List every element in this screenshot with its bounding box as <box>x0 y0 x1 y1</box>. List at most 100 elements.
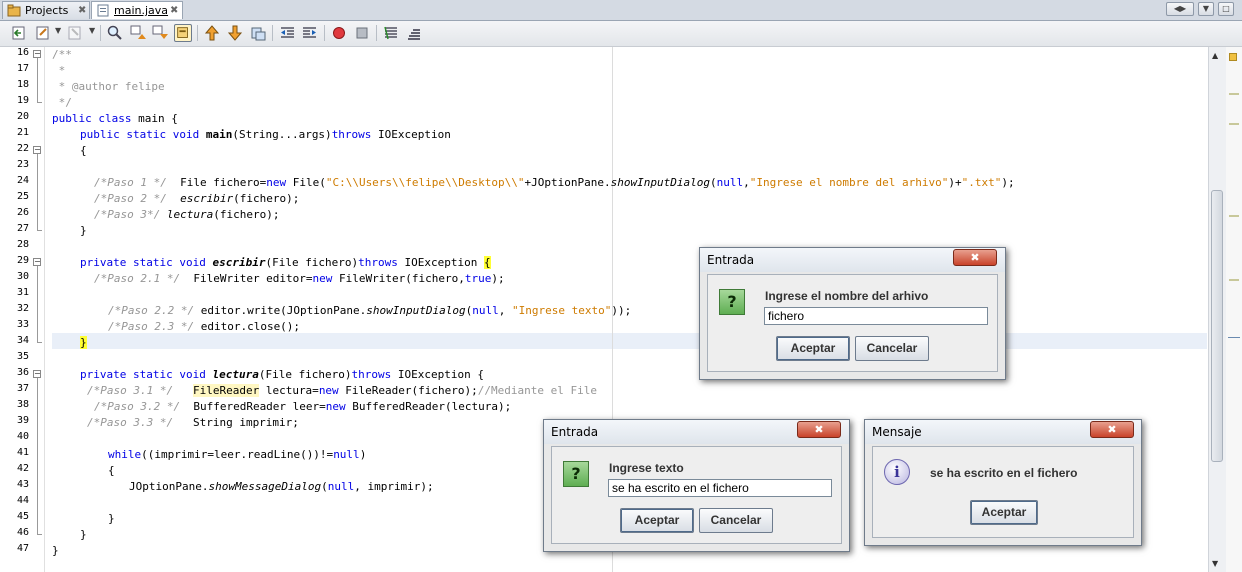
toggle-highlight-search-icon[interactable] <box>174 24 192 42</box>
ok-button[interactable]: Aceptar <box>620 508 694 533</box>
keyword: null <box>327 480 355 493</box>
code-text: FileWriter editor= <box>180 272 313 285</box>
back-dropdown-icon[interactable]: ▼ <box>55 26 61 35</box>
code-text: , <box>743 176 750 189</box>
stripe-mark[interactable] <box>1229 215 1239 217</box>
fold-guide <box>37 342 42 343</box>
code-line: { <box>80 143 87 159</box>
caret-position-mark <box>1228 337 1240 338</box>
forward-dropdown-icon[interactable]: ▼ <box>89 26 95 35</box>
next-bookmark-icon[interactable] <box>226 24 244 42</box>
keyword: private static void <box>80 256 206 269</box>
comment-icon[interactable] <box>382 24 400 42</box>
line-number: 29 <box>16 255 29 266</box>
error-stripe[interactable] <box>1226 47 1242 572</box>
back-icon[interactable] <box>34 24 52 42</box>
close-tab-icon[interactable]: ✖ <box>78 2 86 20</box>
scroll-down-icon[interactable]: ▼ <box>1212 559 1218 568</box>
close-icon[interactable]: ✖ <box>1090 421 1134 438</box>
code-fold-toggle[interactable]: − <box>33 50 41 58</box>
matching-brace: } <box>80 336 87 349</box>
code-fold-toggle[interactable]: − <box>33 258 41 266</box>
comment: //Mediante el File <box>477 384 597 397</box>
line-number: 35 <box>16 351 29 362</box>
find-previous-icon[interactable] <box>129 24 147 42</box>
code-text: { <box>108 464 115 477</box>
scrollbar-thumb[interactable] <box>1211 190 1223 462</box>
comment: /** <box>52 48 72 61</box>
ok-button[interactable]: Aceptar <box>776 336 850 361</box>
keyword: new <box>318 384 339 397</box>
shift-line-right-icon[interactable] <box>301 24 319 42</box>
keyword: null <box>472 304 499 317</box>
cancel-button[interactable]: Cancelar <box>699 508 773 533</box>
code-line: /*Paso 3.2 */ BufferedReader leer=new Bu… <box>94 399 511 415</box>
comment: * @author felipe <box>52 80 165 93</box>
code-text: } <box>52 544 59 557</box>
code-fold-toggle[interactable]: − <box>33 370 41 378</box>
question-icon: ? <box>719 289 745 315</box>
code-text: { <box>80 144 87 157</box>
close-tab-icon[interactable]: ✖ <box>170 2 178 20</box>
dialog-body: i se ha escrito en el fichero Aceptar <box>872 446 1134 538</box>
toolbar-separator <box>324 25 325 41</box>
stripe-mark[interactable] <box>1229 279 1239 281</box>
text-input[interactable]: se ha escrito en el fichero <box>608 479 832 497</box>
stripe-mark[interactable] <box>1229 93 1239 95</box>
code-text: editor.close(); <box>194 320 301 333</box>
keyword: null <box>333 448 360 461</box>
ok-button[interactable]: Aceptar <box>970 500 1038 525</box>
information-icon: i <box>884 459 910 485</box>
code-text: (File fichero) <box>265 256 359 269</box>
previous-bookmark-icon[interactable] <box>203 24 221 42</box>
code-fold-toggle[interactable]: − <box>33 146 41 154</box>
code-text: FileWriter(fichero, <box>332 272 465 285</box>
cancel-button[interactable]: Cancelar <box>855 336 929 361</box>
toggle-bookmark-icon[interactable] <box>249 24 267 42</box>
line-number: 40 <box>16 431 29 442</box>
line-number: 37 <box>16 383 29 394</box>
tab-projects[interactable]: Projects ✖ <box>2 1 90 19</box>
comment: /*Paso 3.2 */ <box>94 400 181 413</box>
last-edit-icon[interactable] <box>10 24 28 42</box>
line-number: 44 <box>16 495 29 506</box>
projects-icon <box>7 4 21 17</box>
code-line: /*Paso 3*/ lectura(fichero); <box>94 207 279 223</box>
code-line: /*Paso 2.1 */ FileWriter editor=new File… <box>94 271 505 287</box>
scroll-up-icon[interactable]: ▲ <box>1212 51 1218 60</box>
find-next-icon[interactable] <box>151 24 169 42</box>
file-name-input[interactable]: fichero <box>764 307 988 325</box>
code-text: )); <box>611 304 632 317</box>
line-number: 43 <box>16 479 29 490</box>
uncomment-icon[interactable] <box>405 24 423 42</box>
find-icon[interactable] <box>106 24 124 42</box>
toolbar-separator <box>272 25 273 41</box>
vertical-scrollbar[interactable]: ▲ ▼ <box>1208 47 1226 572</box>
line-number: 28 <box>16 239 29 250</box>
record-macro-icon[interactable] <box>330 24 348 42</box>
stop-macro-icon[interactable] <box>353 24 371 42</box>
dialog-body: ? Ingrese texto se ha escrito en el fich… <box>551 446 842 544</box>
fold-guide <box>37 266 38 342</box>
show-opened-documents-icon[interactable]: ▼ <box>1198 2 1214 16</box>
line-number: 22 <box>16 143 29 154</box>
close-icon[interactable]: ✖ <box>953 249 997 266</box>
matching-brace: { <box>484 256 491 269</box>
code-text: } <box>80 224 87 237</box>
stripe-mark[interactable] <box>1229 123 1239 125</box>
code-text: editor.write(JOptionPane. <box>194 304 367 317</box>
scroll-tabs-icon[interactable]: ◀▶ <box>1166 2 1194 16</box>
method-call: showInputDialog <box>610 176 710 189</box>
forward-icon[interactable] <box>66 24 84 42</box>
code-text: , imprimir); <box>354 480 434 493</box>
comment: /*Paso 3*/ <box>94 208 161 221</box>
close-icon[interactable]: ✖ <box>797 421 841 438</box>
method-call: showInputDialog <box>366 304 466 317</box>
line-number: 36 <box>16 367 29 378</box>
line-number: 21 <box>16 127 29 138</box>
maximize-window-icon[interactable]: □ <box>1218 2 1234 16</box>
line-number: 33 <box>16 319 29 330</box>
shift-line-left-icon[interactable] <box>278 24 296 42</box>
tab-main-java[interactable]: main.java ✖ <box>91 1 183 19</box>
comment: /*Paso 1 */ <box>94 176 167 189</box>
